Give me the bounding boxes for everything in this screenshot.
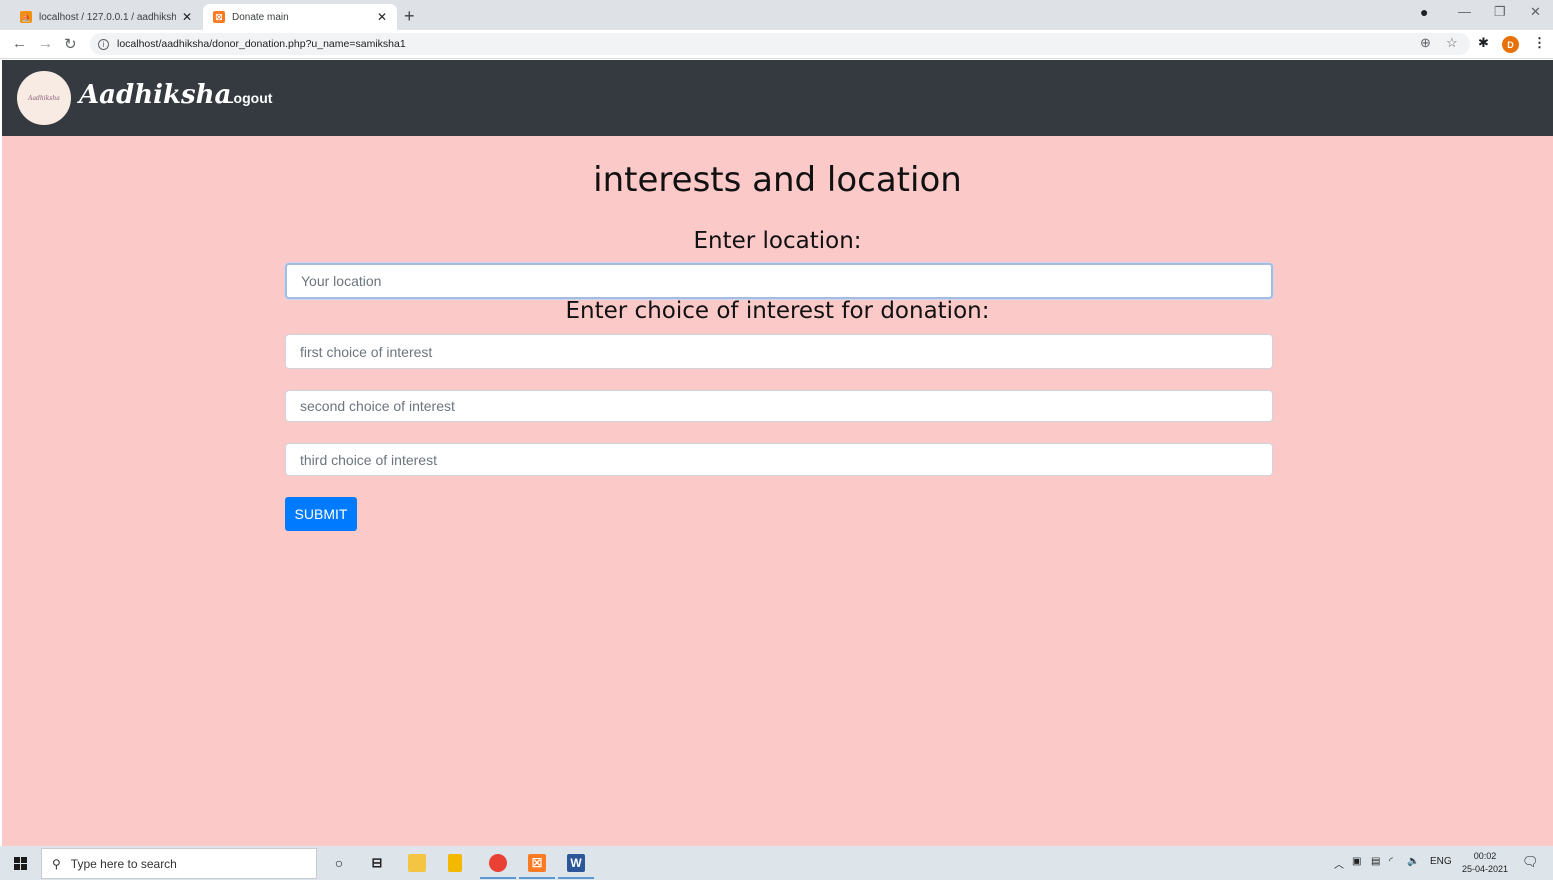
info-icon[interactable]: i [98,38,109,50]
tab-title: Donate main [232,11,289,23]
close-tab-icon[interactable]: ✕ [182,10,192,24]
menu-kebab-icon[interactable]: ⋮ [1533,35,1546,51]
record-icon[interactable]: ● [1420,4,1428,20]
site-logo[interactable]: Aadhiksha [17,71,71,125]
reload-icon[interactable]: ↻ [64,35,77,53]
browser-tab-strip: ⛵ localhost / 127.0.0.1 / aadhiksha ✕ ☒ … [0,0,1553,30]
first-choice-input[interactable] [285,334,1273,369]
close-tab-icon[interactable]: ✕ [377,10,387,24]
network-adapter-icon[interactable]: ▤ [1371,856,1380,867]
sticky-notes-icon[interactable] [448,854,462,872]
active-app-indicator [519,877,555,879]
language-indicator[interactable]: ENG [1430,856,1452,867]
cortana-icon[interactable]: ○ [330,854,348,872]
interest-label: Enter choice of interest for donation: [565,298,990,324]
search-placeholder: Type here to search [70,856,177,871]
location-input[interactable] [285,263,1273,299]
site-navbar: Aadhiksha Aadhiksha Logout [2,60,1553,136]
search-icon: ⚲ [52,856,61,871]
xampp-taskbar-icon[interactable]: ☒ [528,854,546,872]
task-view-icon[interactable]: ⊟ [368,854,386,872]
location-label: Enter location: [693,228,862,254]
url-text: localhost/aadhiksha/donor_donation.php?u… [117,38,406,50]
brand-name[interactable]: Aadhiksha [79,80,231,110]
clock[interactable]: 00:02 25-04-2021 [1462,850,1508,876]
volume-icon[interactable]: 🔈 [1407,856,1419,867]
xampp-icon: ☒ [213,11,225,23]
minimize-icon[interactable]: — [1458,4,1471,19]
windows-taskbar: ⚲ Type here to search ○ ⊟ ☒ W ︿ ▣ ▤ ◜ 🔈 … [0,846,1553,880]
active-app-indicator [480,877,516,879]
logo-text: Aadhiksha [28,94,60,102]
active-app-indicator [558,877,594,879]
notification-icon[interactable]: 🗨 [1522,854,1539,870]
close-window-icon[interactable]: ✕ [1530,4,1541,20]
new-tab-icon[interactable]: + [404,6,415,27]
page-content: Aadhiksha Aadhiksha Logout interests and… [2,60,1553,846]
extensions-icon[interactable]: ✱ [1478,35,1489,51]
profile-avatar[interactable]: D [1502,36,1519,53]
browser-toolbar: ← → ↻ i localhost/aadhiksha/donor_donati… [0,30,1553,59]
phpmyadmin-icon: ⛵ [20,11,32,23]
tab-phpmyadmin[interactable]: ⛵ localhost / 127.0.0.1 / aadhiksha ✕ [10,4,202,30]
wifi-icon[interactable]: ◜ [1389,856,1393,867]
zoom-icon[interactable]: ⊕ [1420,35,1431,51]
page-title: interests and location [593,160,962,200]
clock-date: 25-04-2021 [1462,864,1509,874]
tab-donate-main[interactable]: ☒ Donate main ✕ [203,4,397,30]
forward-icon[interactable]: → [38,35,53,52]
chrome-icon[interactable] [489,854,507,872]
address-bar[interactable]: i localhost/aadhiksha/donor_donation.php… [90,33,1470,55]
file-explorer-icon[interactable] [408,854,426,872]
clock-time: 00:02 [1473,851,1497,861]
third-choice-input[interactable] [285,443,1273,476]
word-icon[interactable]: W [567,854,585,872]
restore-icon[interactable]: ❐ [1494,4,1506,20]
taskbar-search[interactable]: ⚲ Type here to search [41,848,317,879]
submit-button[interactable]: SUBMIT [285,497,357,531]
windows-start-icon[interactable] [14,857,27,870]
bookmark-star-icon[interactable]: ☆ [1446,35,1458,51]
chevron-up-icon[interactable]: ︿ [1334,856,1344,871]
logout-link[interactable]: Logout [225,90,272,106]
second-choice-input[interactable] [285,390,1273,422]
back-icon[interactable]: ← [12,35,27,52]
device-icon[interactable]: ▣ [1352,856,1361,867]
tab-title: localhost / 127.0.0.1 / aadhiksha [39,11,176,23]
